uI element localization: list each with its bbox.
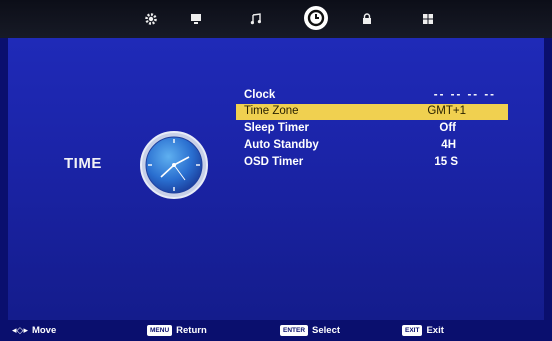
- menu-item-osd-timer[interactable]: OSD Timer 15 S: [236, 155, 508, 171]
- menu-item-value: 4H: [441, 139, 456, 151]
- menu-item-label: OSD Timer: [244, 156, 304, 168]
- tab-setup[interactable]: [413, 4, 443, 34]
- hint-label: Exit: [426, 324, 444, 336]
- menu-item-value: 15 S: [434, 156, 458, 168]
- monitor-icon: [191, 14, 201, 24]
- lock-icon: [363, 13, 371, 24]
- music-note-icon: [250, 13, 261, 25]
- menu-item-value: -- -- -- --: [433, 89, 496, 101]
- tab-time[interactable]: [301, 3, 331, 33]
- hint-select: ENTER Select: [280, 322, 340, 338]
- menu-item-clock[interactable]: Clock -- -- -- --: [236, 88, 508, 104]
- clock-icon: [304, 6, 328, 30]
- menu-key-icon: MENU: [147, 324, 173, 336]
- hint-label: Return: [176, 324, 207, 336]
- hint-label: Select: [312, 324, 341, 336]
- tab-picture[interactable]: [136, 4, 166, 34]
- tab-channel[interactable]: [241, 4, 271, 34]
- menu-item-time-zone[interactable]: Time Zone GMT+1: [236, 104, 508, 120]
- menu-item-label: Auto Standby: [244, 139, 319, 151]
- tab-sound[interactable]: [181, 4, 211, 34]
- menu-item-value: Off: [439, 122, 456, 134]
- exit-key-icon: EXIT: [402, 324, 423, 336]
- enter-key-icon: ENTER: [280, 324, 309, 336]
- tab-lock[interactable]: [352, 4, 382, 34]
- hint-label: Move: [31, 324, 57, 336]
- analog-clock-icon: [139, 130, 209, 200]
- menu-item-label: Time Zone: [244, 105, 299, 117]
- gear-icon: [145, 13, 157, 25]
- hint-move: ◂◇▸ Move: [12, 322, 56, 338]
- hint-return: MENU Return: [147, 322, 207, 338]
- menu-panel: [8, 38, 544, 320]
- grid-icon: [423, 14, 433, 24]
- menu-tab-bar: [0, 0, 552, 38]
- menu-item-value: GMT+1: [427, 105, 466, 117]
- page-title: TIME: [64, 155, 102, 172]
- menu-item-label: Clock: [244, 89, 276, 101]
- menu-item-sleep-timer[interactable]: Sleep Timer Off: [236, 121, 508, 137]
- menu-item-label: Sleep Timer: [244, 122, 309, 134]
- arrows-icon: ◂◇▸: [12, 324, 28, 335]
- menu-item-auto-standby[interactable]: Auto Standby 4H: [236, 138, 508, 154]
- hint-exit: EXIT Exit: [402, 322, 444, 338]
